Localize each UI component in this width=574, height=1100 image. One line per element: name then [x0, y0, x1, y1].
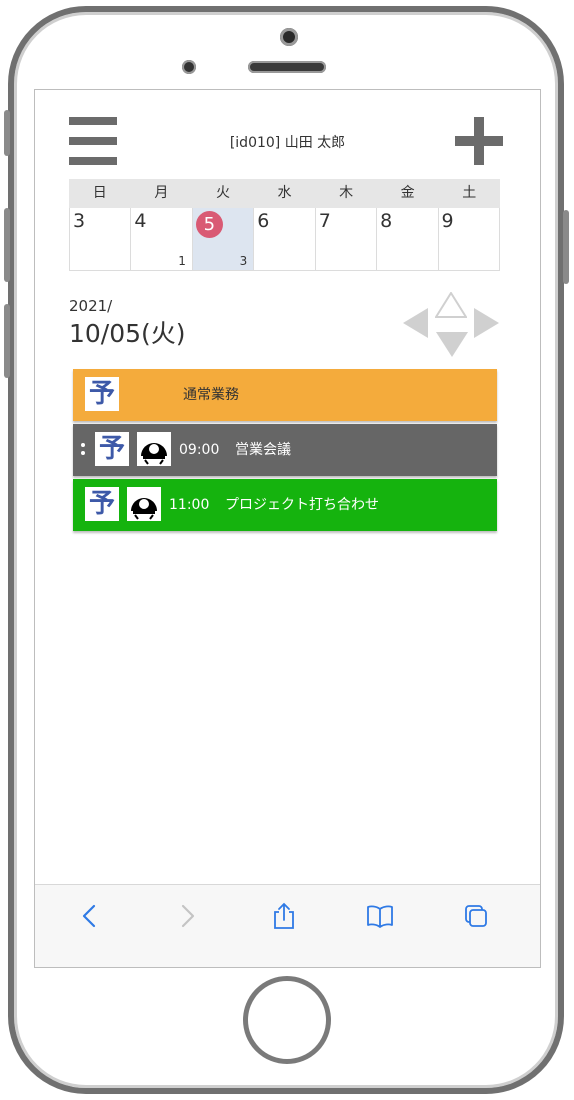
- browser-toolbar: [35, 884, 540, 967]
- event-time: 11:00: [169, 497, 210, 513]
- front-camera: [280, 28, 298, 46]
- schedule-badge-icon: 予: [85, 487, 119, 521]
- weekday-wed: 水: [277, 185, 292, 201]
- menu-bar-1: [69, 117, 117, 125]
- day-cell-3[interactable]: 3: [70, 208, 132, 270]
- event-title: 営業会議: [235, 442, 291, 458]
- today-marker: 5: [195, 211, 223, 238]
- event-item-2[interactable]: 予 09:00 営業会議: [73, 424, 497, 476]
- selected-year: 2021/: [69, 297, 113, 315]
- phone-mute-switch: [4, 110, 10, 156]
- app-screen: [id010] 山田 太郎 日 月 火 水 木 金 土 3 4 1 5 3 6 …: [34, 89, 541, 968]
- day-cell-5-selected[interactable]: 5 3: [192, 208, 255, 270]
- day-cell-6[interactable]: 6: [254, 208, 316, 270]
- prev-week-arrow-icon[interactable]: [435, 292, 467, 318]
- group-avatar-icon: [137, 432, 171, 466]
- event-item-1[interactable]: 予 通常業務: [73, 369, 497, 421]
- proximity-sensor: [182, 60, 196, 74]
- weekday-sat: 土: [462, 185, 477, 201]
- day-cell-4[interactable]: 4 1: [131, 208, 193, 270]
- schedule-badge-icon: 予: [95, 432, 129, 466]
- add-event-button[interactable]: [455, 117, 503, 165]
- tabs-icon[interactable]: [461, 901, 491, 931]
- weekday-header-row: 日 月 火 水 木 金 土: [69, 179, 500, 208]
- next-week-arrow-icon[interactable]: [436, 332, 468, 357]
- menu-bar-3: [69, 157, 117, 165]
- weekday-tue: 火: [215, 185, 230, 201]
- phone-volume-up: [4, 208, 10, 282]
- day-number: 7: [318, 210, 331, 232]
- share-icon[interactable]: [269, 901, 299, 931]
- weekday-fri: 金: [400, 185, 415, 201]
- week-days-row: 3 4 1 5 3 6 7 8 9: [69, 208, 500, 271]
- day-cell-8[interactable]: 8: [377, 208, 439, 270]
- weekday-sun: 日: [92, 185, 107, 201]
- phone-power-button: [563, 210, 569, 284]
- phone-volume-down: [4, 304, 10, 378]
- drag-handle-icon[interactable]: [81, 443, 85, 459]
- week-calendar: 日 月 火 水 木 金 土 3 4 1 5 3 6 7 8 9: [69, 179, 500, 271]
- navigation-arrows: [403, 291, 499, 357]
- event-item-3[interactable]: 予 11:00 プロジェクト打ち合わせ: [73, 479, 497, 531]
- selected-date: 10/05(火): [69, 319, 186, 348]
- home-button[interactable]: [243, 976, 331, 1064]
- day-cell-9[interactable]: 9: [439, 208, 500, 270]
- forward-icon[interactable]: [172, 901, 202, 931]
- earpiece-speaker: [248, 61, 326, 73]
- weekday-mon: 月: [154, 185, 169, 201]
- group-avatar-icon: [127, 487, 161, 521]
- event-title: プロジェクト打ち合わせ: [225, 497, 379, 513]
- plus-icon-v: [474, 117, 484, 165]
- bookmarks-icon[interactable]: [365, 901, 395, 931]
- day-cell-7[interactable]: 7: [316, 208, 378, 270]
- event-count: 1: [178, 254, 186, 268]
- weekday-thu: 木: [339, 185, 354, 201]
- day-number: 6: [257, 210, 270, 232]
- next-day-arrow-icon[interactable]: [474, 308, 499, 338]
- event-title: 通常業務: [183, 387, 239, 403]
- event-time: 09:00: [179, 442, 220, 458]
- day-number: 9: [441, 210, 454, 232]
- day-number: 8: [380, 210, 393, 232]
- prev-day-arrow-icon[interactable]: [403, 308, 428, 338]
- schedule-badge-icon: 予: [85, 377, 119, 411]
- back-icon[interactable]: [75, 901, 105, 931]
- day-number: 3: [73, 210, 86, 232]
- day-number: 4: [134, 210, 147, 232]
- event-count: 3: [239, 254, 248, 268]
